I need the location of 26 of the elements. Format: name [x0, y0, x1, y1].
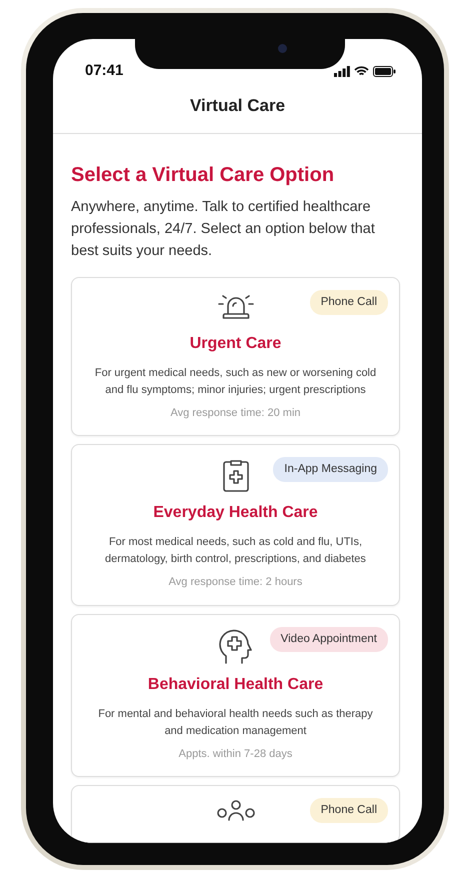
contact-method-tag: In-App Messaging: [273, 457, 388, 482]
response-time: Avg response time: 20 min: [169, 406, 302, 420]
contact-method-tag: Phone Call: [310, 290, 388, 315]
response-time: Appts. within 7-28 days: [178, 746, 294, 762]
option-card[interactable]: Phone Call: [71, 785, 400, 843]
option-card[interactable]: In-App Messaging Everyday Health Care For most medical needs, such as cold and flu, UTIs, dermatology, birth control, prescriptions, and diabetes Avg response time: 2 hours: [71, 444, 400, 606]
option-title: Behavioral Health Care: [146, 674, 324, 694]
response-time: Avg response time: 2 hours: [168, 575, 304, 590]
option-card[interactable]: Video Appointment Behavioral Health Care For mental and behavioral health needs such as therapy and medication management Appts. within 7-28 days: [71, 614, 400, 777]
contact-method-tag: Video Appointment: [270, 626, 388, 652]
option-card[interactable]: Phone Call Urgent Care For urgent medical needs, such as new or worsening cold and flu symptoms; minor injuries; urgent prescriptions Avg response time: 20 min: [71, 276, 400, 436]
section-heading: Select a Virtual Care Option: [71, 162, 336, 188]
contact-method-tag: Phone Call: [310, 798, 388, 824]
intro-text: Anywhere, anytime. Talk to certified healthcare professionals, 24/7. Select an option below that best suits your needs.: [71, 198, 376, 260]
option-title: Urgent Care: [188, 334, 282, 354]
head-plus-icon: [218, 626, 254, 664]
option-description: For most medical needs, such as cold and flu, UTIs, dermatology, birth control, prescriptions, and diabetes: [104, 535, 367, 567]
option-description: For mental and behavioral health needs such as therapy and medication management: [97, 706, 374, 738]
status-time: 07:41: [85, 60, 124, 81]
screen-title: Virtual Care: [53, 89, 422, 134]
option-title: Everyday Health Care: [152, 503, 319, 523]
battery-icon: [373, 66, 396, 76]
option-description: For urgent medical needs, such as new or worsening cold and flu symptoms; minor injuries; urgent prescriptions: [94, 366, 378, 398]
wifi-icon: [354, 66, 369, 76]
signal-icon: [334, 66, 350, 76]
clipboard-plus-icon: [220, 457, 250, 493]
